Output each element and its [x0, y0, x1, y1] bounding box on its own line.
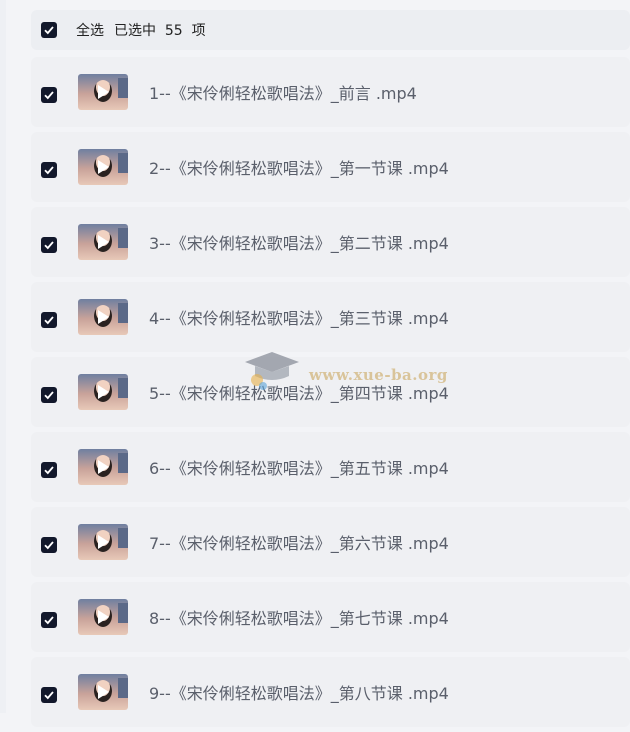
file-name[interactable]: 2--《宋伶俐轻松歌唱法》_第一节课 .mp4: [149, 155, 449, 179]
file-name[interactable]: 4--《宋伶俐轻松歌唱法》_第三节课 .mp4: [149, 305, 449, 329]
file-checkbox[interactable]: [41, 237, 57, 253]
video-thumbnail[interactable]: [78, 74, 128, 110]
check-icon: [44, 91, 54, 100]
video-thumbnail[interactable]: [78, 524, 128, 560]
file-row[interactable]: 1--《宋伶俐轻松歌唱法》_前言 .mp4: [31, 57, 630, 127]
check-icon: [44, 541, 54, 550]
file-name[interactable]: 8--《宋伶俐轻松歌唱法》_第七节课 .mp4: [149, 605, 449, 629]
file-row[interactable]: 3--《宋伶俐轻松歌唱法》_第二节课 .mp4: [31, 207, 630, 277]
check-icon: [44, 241, 54, 250]
file-name[interactable]: 7--《宋伶俐轻松歌唱法》_第六节课 .mp4: [149, 530, 449, 554]
left-edge-strip: [0, 0, 6, 713]
play-icon: [98, 460, 109, 474]
check-icon: [44, 166, 54, 175]
check-icon: [44, 391, 54, 400]
check-icon: [44, 316, 54, 325]
file-checkbox[interactable]: [41, 687, 57, 703]
file-checkbox[interactable]: [41, 162, 57, 178]
file-row[interactable]: 2--《宋伶俐轻松歌唱法》_第一节课 .mp4: [31, 132, 630, 202]
file-checkbox[interactable]: [41, 462, 57, 478]
check-icon: [44, 691, 54, 700]
file-name[interactable]: 6--《宋伶俐轻松歌唱法》_第五节课 .mp4: [149, 455, 449, 479]
select-all-checkbox[interactable]: [41, 22, 57, 38]
file-name[interactable]: 5--《宋伶俐轻松歌唱法》_第四节课 .mp4: [149, 380, 449, 404]
file-name[interactable]: 1--《宋伶俐轻松歌唱法》_前言 .mp4: [149, 80, 417, 104]
file-checkbox[interactable]: [41, 312, 57, 328]
video-thumbnail[interactable]: [78, 449, 128, 485]
file-row[interactable]: 8--《宋伶俐轻松歌唱法》_第七节课 .mp4: [31, 582, 630, 652]
selected-count: 已选中 55 项: [114, 23, 206, 39]
check-icon: [44, 466, 54, 475]
file-checkbox[interactable]: [41, 387, 57, 403]
file-row[interactable]: 5--《宋伶俐轻松歌唱法》_第四节课 .mp4: [31, 357, 630, 427]
file-list: 1--《宋伶俐轻松歌唱法》_前言 .mp4 2--《宋伶俐轻松歌唱法》_第一节课…: [31, 57, 630, 727]
file-row[interactable]: 9--《宋伶俐轻松歌唱法》_第八节课 .mp4: [31, 657, 630, 727]
video-thumbnail[interactable]: [78, 224, 128, 260]
select-all-label[interactable]: 全选: [76, 20, 104, 40]
play-icon: [98, 685, 109, 699]
play-icon: [98, 385, 109, 399]
file-row[interactable]: 4--《宋伶俐轻松歌唱法》_第三节课 .mp4: [31, 282, 630, 352]
video-thumbnail[interactable]: [78, 674, 128, 710]
select-all-bar: 全选 已选中 55 项: [31, 10, 630, 50]
play-icon: [98, 535, 109, 549]
file-name[interactable]: 3--《宋伶俐轻松歌唱法》_第二节课 .mp4: [149, 230, 449, 254]
file-checkbox[interactable]: [41, 537, 57, 553]
file-name[interactable]: 9--《宋伶俐轻松歌唱法》_第八节课 .mp4: [149, 680, 449, 704]
video-thumbnail[interactable]: [78, 149, 128, 185]
file-list-panel: 全选 已选中 55 项 1--《宋伶俐轻松歌唱法》_前言 .mp4 2--《宋伶…: [31, 10, 630, 732]
file-checkbox[interactable]: [41, 612, 57, 628]
check-icon: [44, 26, 54, 35]
play-icon: [98, 610, 109, 624]
video-thumbnail[interactable]: [78, 599, 128, 635]
play-icon: [98, 85, 109, 99]
file-row[interactable]: 6--《宋伶俐轻松歌唱法》_第五节课 .mp4: [31, 432, 630, 502]
video-thumbnail[interactable]: [78, 299, 128, 335]
play-icon: [98, 310, 109, 324]
file-checkbox[interactable]: [41, 87, 57, 103]
file-row[interactable]: 7--《宋伶俐轻松歌唱法》_第六节课 .mp4: [31, 507, 630, 577]
play-icon: [98, 235, 109, 249]
play-icon: [98, 160, 109, 174]
check-icon: [44, 616, 54, 625]
video-thumbnail[interactable]: [78, 374, 128, 410]
